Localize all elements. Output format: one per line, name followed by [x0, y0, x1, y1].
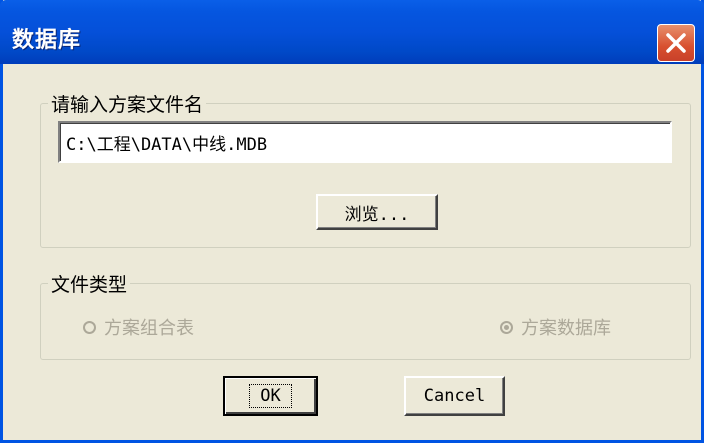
dialog-window: 数据库 请输入方案文件名 浏览... 文件类型 方案组合表 方案数据库 OK C…	[0, 0, 704, 443]
cancel-button[interactable]: Cancel	[404, 376, 505, 416]
close-icon	[666, 33, 686, 53]
browse-button-label: 浏览...	[344, 204, 410, 225]
ok-button-label: OK	[249, 384, 292, 408]
title-bar[interactable]: 数据库	[0, 0, 704, 64]
file-path-field[interactable]	[58, 121, 672, 163]
close-button[interactable]	[657, 24, 695, 62]
radio-label: 方案组合表	[104, 318, 194, 339]
radio-scheme-combination-table[interactable]: 方案组合表	[83, 314, 194, 340]
browse-button[interactable]: 浏览...	[316, 194, 438, 230]
ok-button[interactable]: OK	[223, 376, 318, 416]
cancel-button-label: Cancel	[423, 386, 486, 406]
window-title: 数据库	[12, 28, 82, 53]
radio-scheme-database[interactable]: 方案数据库	[500, 314, 611, 340]
radio-circle-unchecked[interactable]	[83, 320, 96, 334]
radio-circle-checked[interactable]	[500, 320, 513, 334]
radio-label: 方案数据库	[521, 318, 611, 339]
file-type-group-label: 文件类型	[48, 270, 131, 297]
file-path-input[interactable]	[66, 129, 661, 155]
file-name-group-label: 请输入方案文件名	[48, 90, 207, 117]
